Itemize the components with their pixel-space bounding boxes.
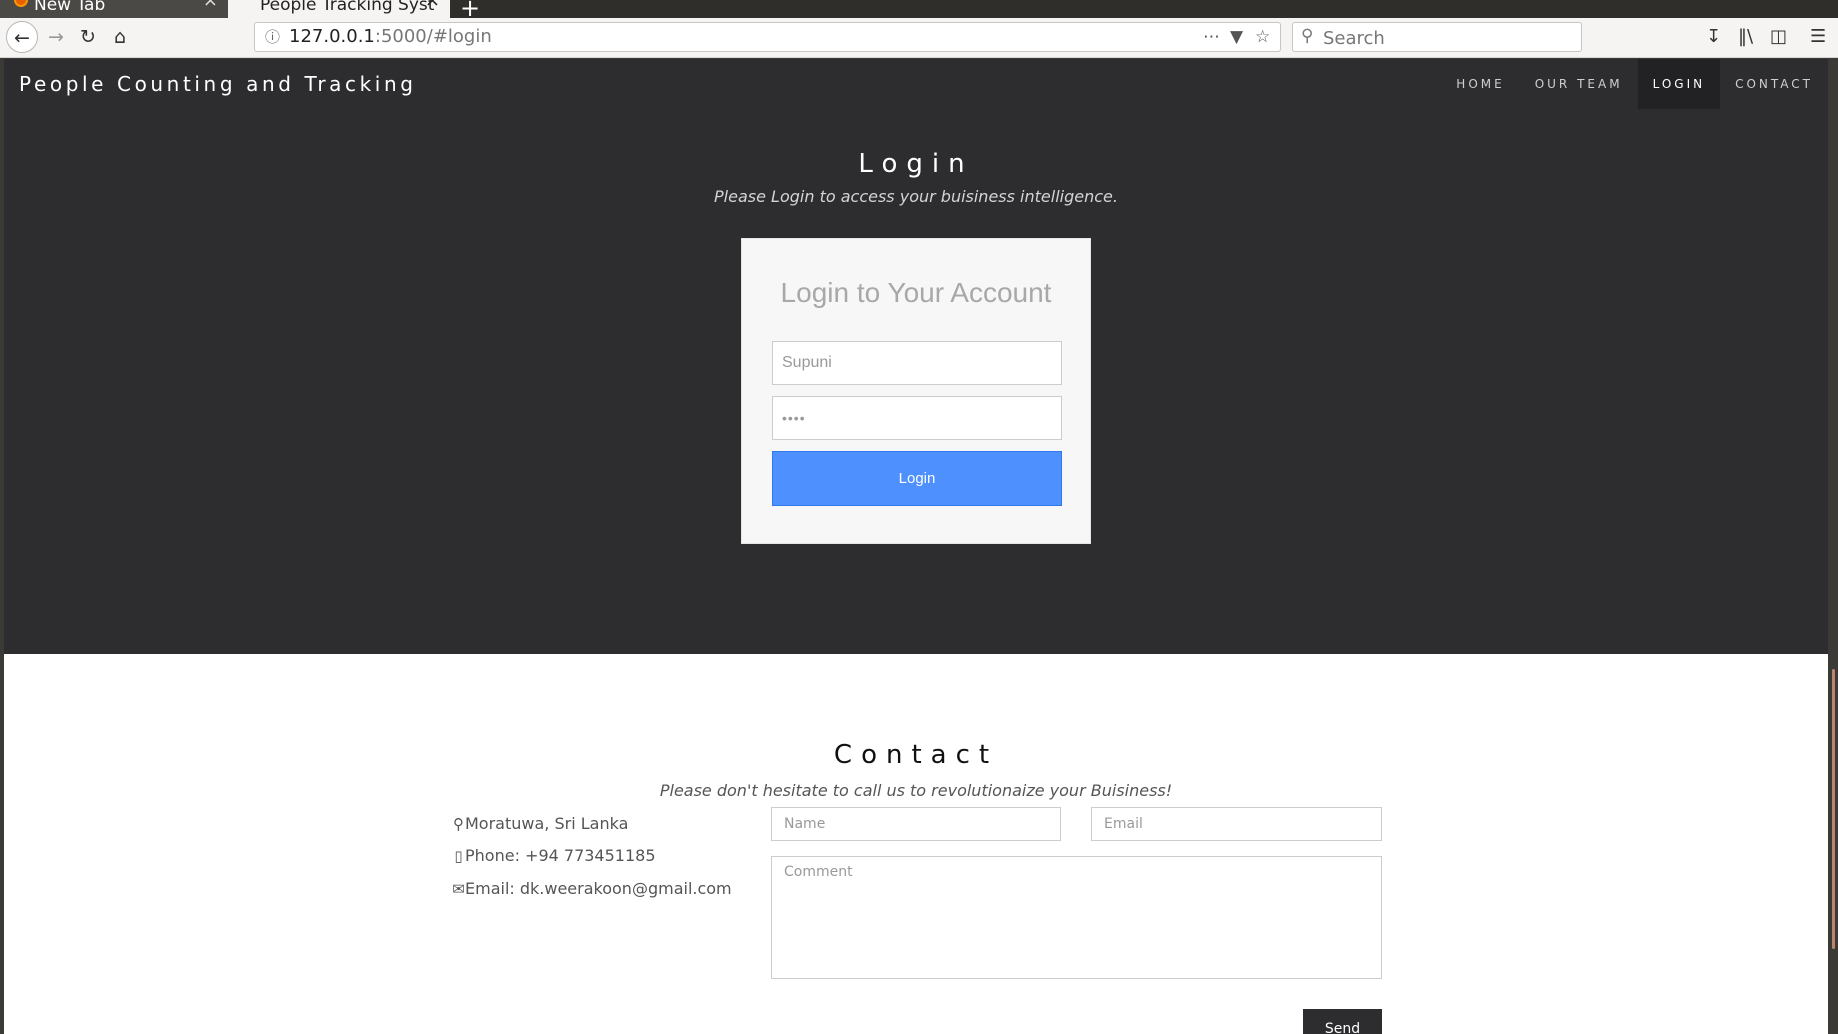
url-host: 127.0.0.1 (289, 26, 375, 47)
contact-phone: ▯ Phone: +94 773451185 (452, 846, 656, 865)
reload-icon[interactable]: ↻ (72, 21, 104, 53)
menu-item-home[interactable]: HOME (1441, 59, 1519, 109)
search-icon: ⚲ (1301, 26, 1314, 46)
forward-icon[interactable]: → (40, 21, 72, 53)
url-path: :5000/#login (374, 26, 492, 47)
contact-email-input[interactable]: Email (1091, 807, 1382, 841)
login-card-title: Login to Your Account (780, 277, 1052, 308)
search-placeholder: Search (1323, 28, 1385, 49)
menu-item-contact[interactable]: CONTACT (1720, 59, 1828, 109)
send-button[interactable]: Send (1303, 1009, 1382, 1034)
contact-comment-textarea[interactable]: Comment (771, 856, 1382, 979)
url-bar[interactable]: ⓘ 127.0.0.1:5000/#login ⋯ ▼ ☆ (254, 22, 1281, 52)
bookmark-star-icon[interactable]: ☆ (1255, 23, 1270, 51)
contact-heading: Contact (833, 740, 999, 770)
library-icon[interactable]: ‖\ (1738, 26, 1753, 47)
contact-email: ✉Email: dk.weerakoon@gmail.com (452, 879, 732, 898)
login-subtitle: Please Login to access your buisiness in… (714, 187, 1118, 206)
contact-subtitle: Please don't hesitate to call us to revo… (659, 781, 1173, 800)
login-button[interactable]: Login (772, 451, 1062, 506)
login-section: Login Please Login to access your buisin… (4, 109, 1828, 654)
site-header: People Counting and Tracking HOME OUR TE… (4, 59, 1828, 109)
web-page: People Counting and Tracking HOME OUR TE… (4, 59, 1828, 1034)
contact-address: ⚲Moratuwa, Sri Lanka (452, 814, 628, 833)
envelope-icon: ✉ (452, 880, 465, 898)
password-input[interactable]: •••• (772, 396, 1062, 440)
pocket-icon[interactable]: ▼ (1230, 23, 1243, 51)
site-menu: HOME OUR TEAM LOGIN CONTACT (1441, 59, 1828, 109)
page-scrollbar[interactable] (1829, 59, 1838, 1034)
browser-toolbar: ← → ↻ ⌂ ⓘ 127.0.0.1:5000/#login ⋯ ▼ ☆ ⚲ … (0, 18, 1838, 58)
phone-text: Phone: +94 773451185 (465, 846, 656, 865)
close-tab-icon[interactable]: × (425, 0, 440, 10)
site-brand[interactable]: People Counting and Tracking (19, 72, 417, 96)
firefox-icon (14, 0, 28, 7)
sidebar-icon[interactable]: ◫ (1770, 26, 1787, 47)
tab-strip: New Tab × People Tracking Syst × + (0, 0, 1838, 22)
menu-item-login[interactable]: LOGIN (1637, 59, 1721, 109)
info-icon[interactable]: ⓘ (265, 23, 280, 51)
search-bar[interactable]: ⚲ Search (1292, 22, 1582, 52)
email-text: Email: dk.weerakoon@gmail.com (465, 879, 732, 898)
tab-title: People Tracking Syst (260, 0, 435, 15)
tab-new-tab[interactable]: New Tab × (0, 0, 228, 18)
phone-icon: ▯ (454, 847, 463, 865)
tab-people-tracking[interactable]: People Tracking Syst × (228, 0, 450, 18)
close-tab-icon[interactable]: × (203, 0, 218, 10)
contact-name-input[interactable]: Name (771, 807, 1061, 841)
contact-section: Contact Please don't hesitate to call us… (4, 654, 1828, 1034)
tab-title: New Tab (34, 0, 106, 15)
more-icon[interactable]: ⋯ (1203, 23, 1220, 51)
address-text: Moratuwa, Sri Lanka (465, 814, 629, 833)
home-icon[interactable]: ⌂ (104, 21, 136, 53)
download-icon[interactable]: ↧ (1706, 26, 1721, 47)
username-input[interactable]: Supuni (772, 341, 1062, 385)
map-marker-icon: ⚲ (453, 815, 464, 833)
scroll-thumb[interactable] (1832, 669, 1835, 949)
menu-icon[interactable]: ☰ (1810, 26, 1826, 47)
login-heading: Login (858, 149, 974, 179)
menu-item-our-team[interactable]: OUR TEAM (1520, 59, 1638, 109)
login-card: Login to Your Account Supuni •••• Login (741, 238, 1091, 544)
url-text: 127.0.0.1:5000/#login (289, 23, 492, 51)
back-icon[interactable]: ← (6, 21, 38, 53)
